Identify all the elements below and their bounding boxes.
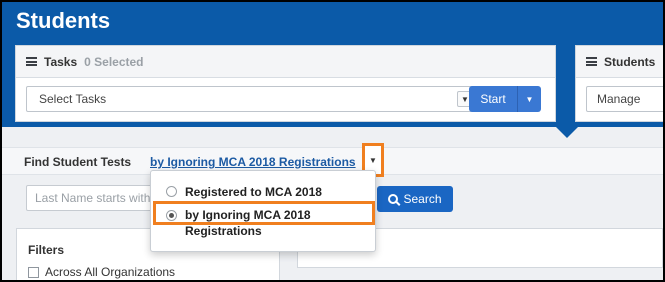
filters-title: Filters bbox=[28, 243, 65, 257]
select-tasks-dropdown[interactable]: Select Tasks ▼ bbox=[26, 86, 477, 112]
header-notch bbox=[555, 126, 579, 138]
manage-value: Manage bbox=[597, 92, 641, 106]
tasks-title: Tasks bbox=[44, 54, 78, 69]
select-tasks-value: Select Tasks bbox=[39, 92, 107, 106]
tasks-list-icon bbox=[26, 57, 37, 66]
across-all-organizations-row[interactable]: Across All Organizations bbox=[28, 265, 175, 279]
across-all-organizations-label: Across All Organizations bbox=[45, 265, 176, 279]
option-registered-label: Registered to MCA 2018 bbox=[185, 185, 322, 199]
students-panel-header: Students bbox=[576, 46, 663, 78]
search-button[interactable]: Search bbox=[377, 186, 453, 212]
tasks-panel: Tasks 0 Selected Select Tasks ▼ Start ▼ bbox=[15, 45, 556, 122]
find-mode-link[interactable]: by Ignoring MCA 2018 Registrations bbox=[150, 155, 356, 169]
students-list-icon bbox=[586, 57, 597, 66]
search-button-label: Search bbox=[403, 192, 442, 206]
start-button[interactable]: Start ▼ bbox=[469, 86, 541, 112]
manage-dropdown[interactable]: Manage bbox=[586, 86, 663, 112]
search-icon bbox=[388, 194, 399, 204]
find-student-tests-label: Find Student Tests bbox=[24, 155, 132, 169]
start-dropdown-icon[interactable]: ▼ bbox=[518, 95, 541, 104]
selected-option-highlight bbox=[153, 201, 375, 225]
page-title: Students bbox=[16, 8, 111, 33]
across-all-organizations-checkbox[interactable] bbox=[28, 266, 39, 278]
students-panel: Students Manage bbox=[575, 45, 663, 122]
students-panel-title: Students bbox=[604, 54, 656, 69]
tasks-selected-count: 0 Selected bbox=[84, 54, 144, 69]
option-registered[interactable]: Registered to MCA 2018 bbox=[166, 185, 322, 199]
app-frame: Students Tasks 0 Selected Select Tasks ▼… bbox=[2, 2, 663, 280]
last-name-input[interactable]: Last Name starts with bbox=[26, 185, 156, 211]
start-button-label: Start bbox=[480, 92, 506, 106]
option-registered-radio[interactable] bbox=[166, 186, 177, 197]
tasks-panel-header: Tasks 0 Selected bbox=[16, 46, 555, 78]
